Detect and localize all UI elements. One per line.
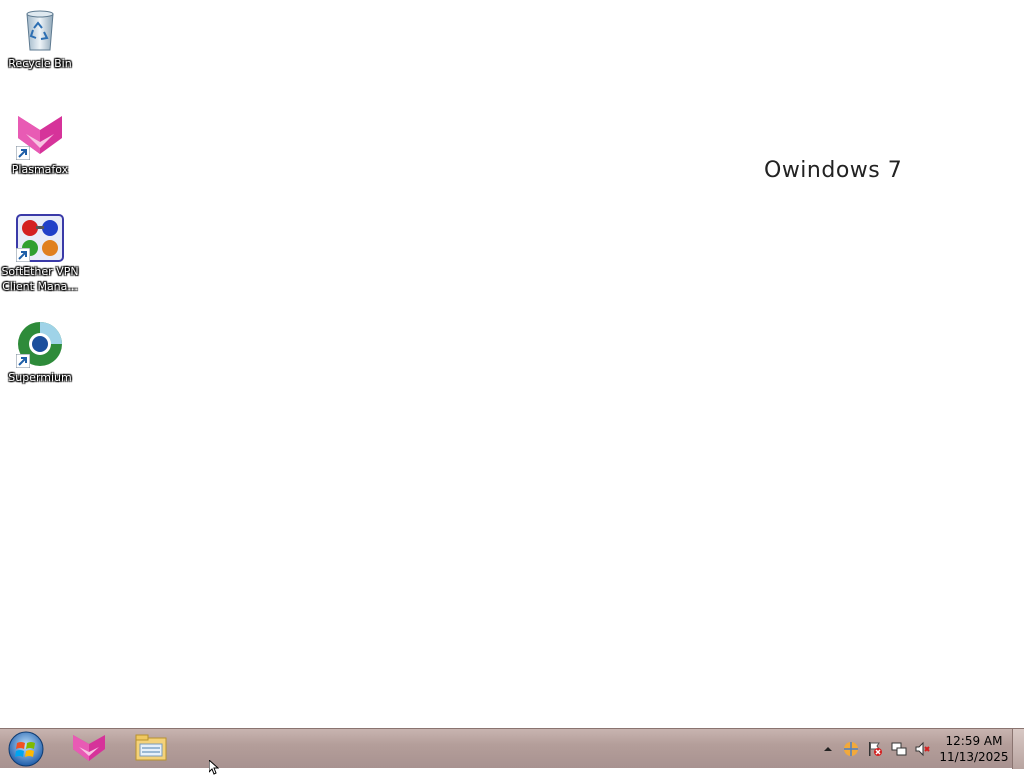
action-center-flag-icon[interactable] [867,741,883,757]
show-hidden-icons-chevron[interactable] [820,741,836,757]
recycle-bin-icon [16,6,64,54]
network-icon[interactable] [891,741,907,757]
plasmafox-icon [16,112,64,160]
clock-time: 12:59 AM [945,734,1003,748]
shortcut-arrow-icon [16,146,30,160]
desktop[interactable]: Recycle Bin Plasmafox SoftEther VPN Clie… [0,0,1024,728]
desktop-icon-label: Supermium [8,371,72,384]
taskbar: 12:59 AM 11/13/2025 [0,728,1024,769]
supermium-icon [16,320,64,368]
taskbar-app-file-explorer[interactable] [134,732,168,764]
mouse-cursor-icon [209,760,219,775]
show-desktop-button[interactable] [1012,729,1024,769]
shortcut-arrow-icon [16,248,30,262]
volume-muted-icon[interactable] [915,741,931,757]
desktop-icon-label: SoftEther VPN Client Mana... [1,265,79,293]
plasmafox-icon [73,735,105,761]
desktop-icon-softether-vpn[interactable]: SoftEther VPN Client Mana... [0,214,80,294]
clock-date: 11/13/2025 [939,750,1009,764]
windows-start-orb-icon [8,731,44,767]
softether-vpn-icon [16,214,64,262]
desktop-icon-label: Plasmafox [11,163,69,176]
desktop-icon-recycle-bin[interactable]: Recycle Bin [0,6,80,71]
start-button[interactable] [6,731,46,767]
taskbar-clock[interactable]: 12:59 AM 11/13/2025 [936,733,1012,765]
shortcut-arrow-icon [16,354,30,368]
desktop-icon-supermium[interactable]: Supermium [0,320,80,385]
network-globe-icon[interactable] [843,741,859,757]
desktop-brand-text: Owindows 7 [764,158,903,183]
desktop-icon-plasmafox[interactable]: Plasmafox [0,112,80,177]
file-explorer-icon [135,734,167,761]
taskbar-app-plasmafox[interactable] [72,732,106,764]
desktop-icon-label: Recycle Bin [8,57,72,70]
